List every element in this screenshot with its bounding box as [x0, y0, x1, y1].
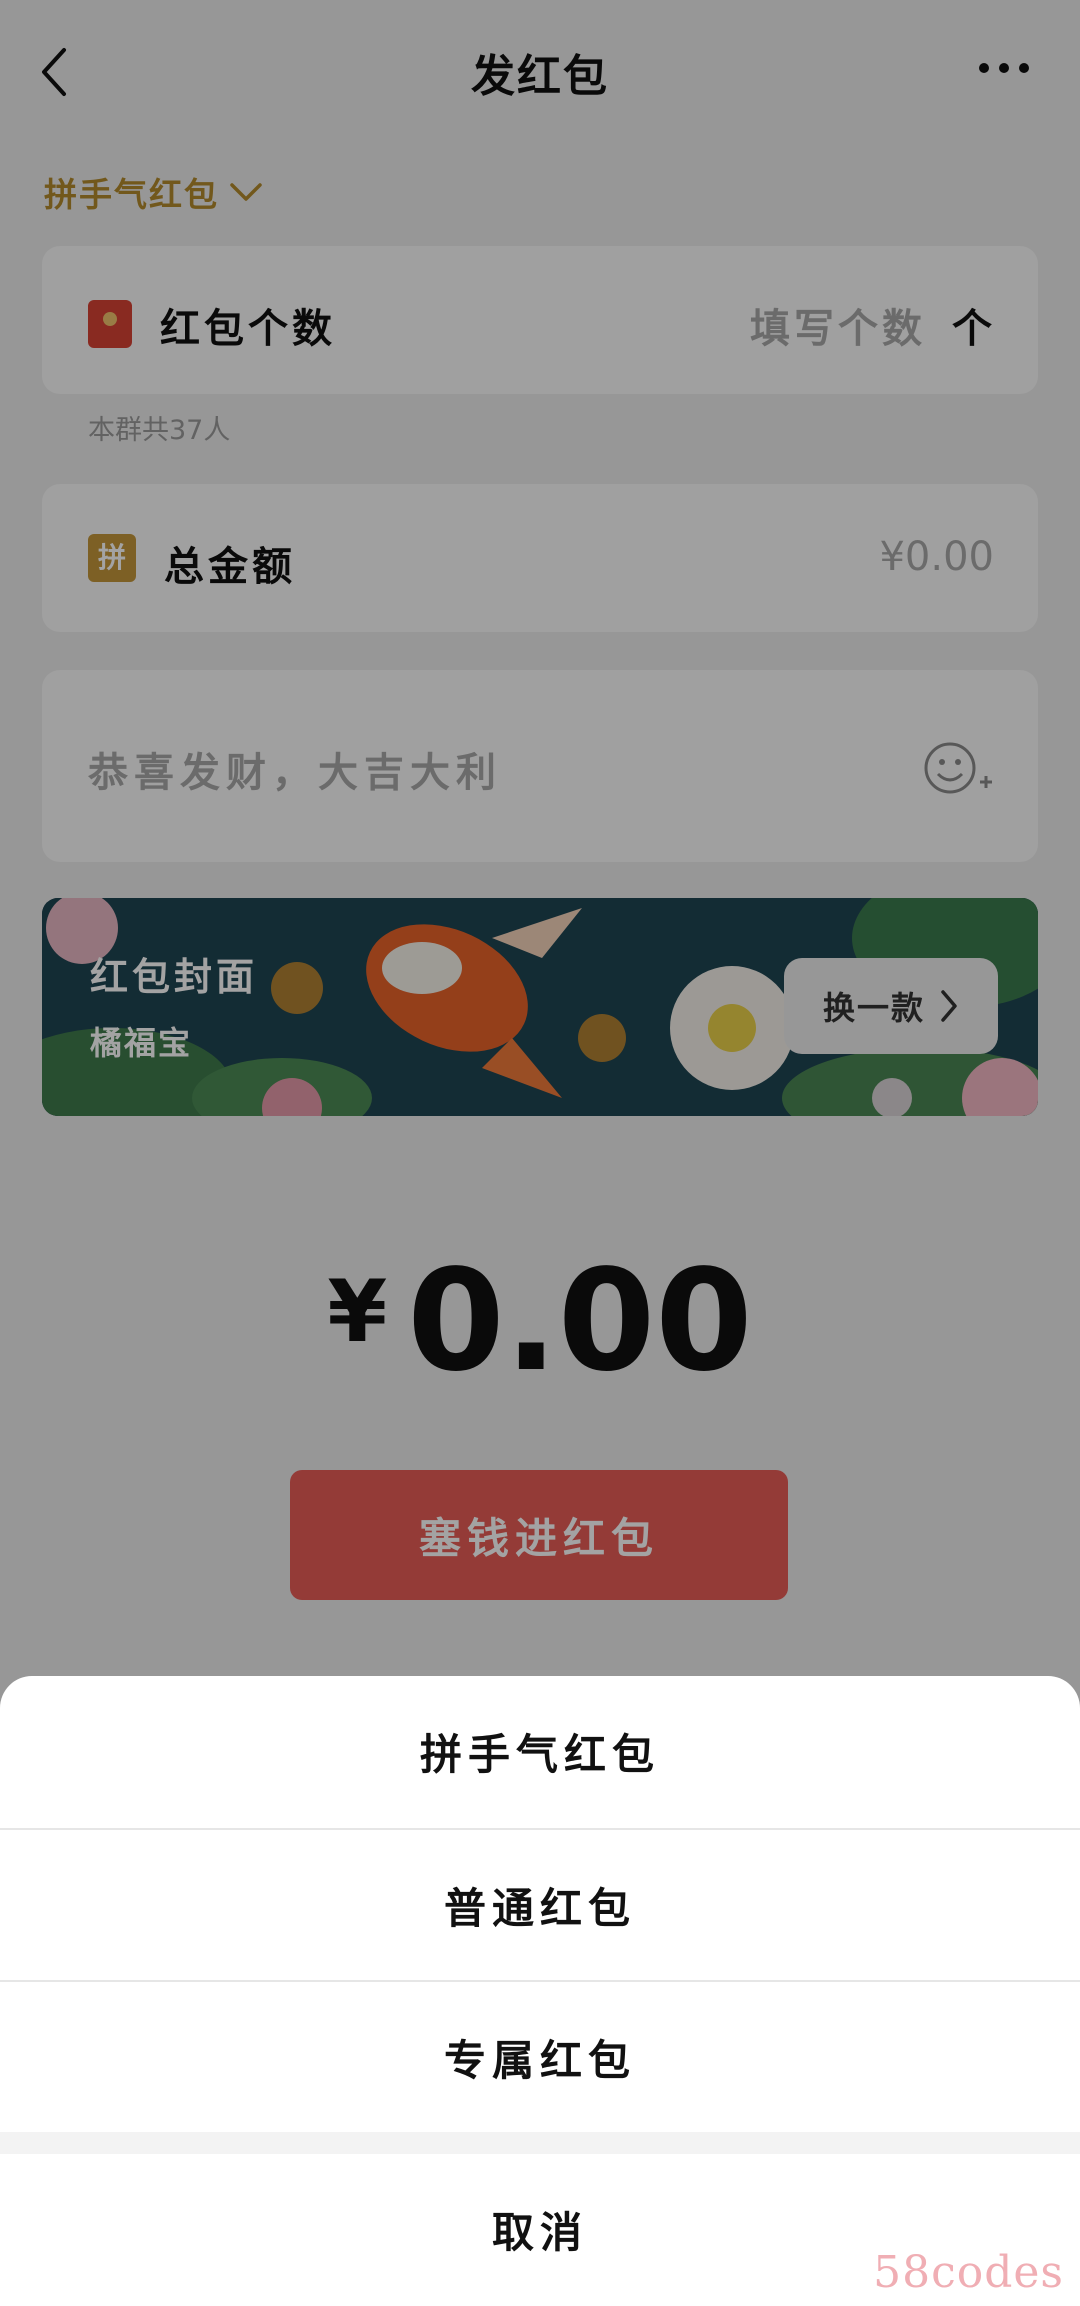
sheet-gap [0, 2132, 1080, 2154]
packet-type-action-sheet: 拼手气红包 普通红包 专属红包 取消 58codes [0, 1676, 1080, 2306]
sheet-option-normal[interactable]: 普通红包 [0, 1830, 1080, 1980]
watermark: 58codes [873, 2247, 1064, 2298]
sheet-option-exclusive[interactable]: 专属红包 [0, 1982, 1080, 2132]
sheet-option-lucky[interactable]: 拼手气红包 [0, 1676, 1080, 1826]
